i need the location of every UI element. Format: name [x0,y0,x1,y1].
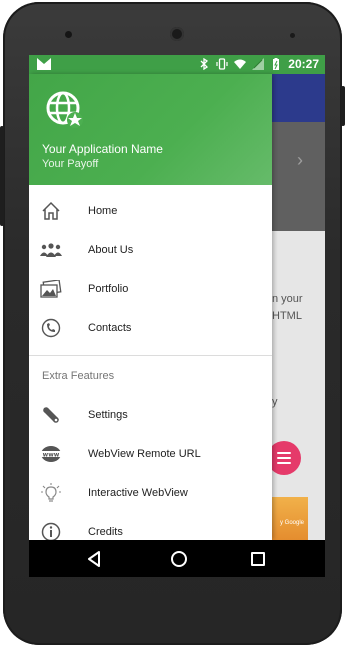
background-toolbar [272,74,325,122]
wrench-icon [40,404,62,426]
section-title: Extra Features [42,370,115,382]
drawer-item-label: About Us [88,244,134,256]
drawer-item-webview-remote-url[interactable]: www WebView Remote URL [29,435,272,473]
drawer-item-label: Portfolio [88,283,129,295]
phone-icon [40,317,62,339]
background-card [272,122,325,231]
image-stack-icon [40,278,62,300]
power-button [341,86,345,126]
app-payoff: Your Payoff [42,158,99,170]
background-text: HTML [272,310,302,322]
bluetooth-icon [200,58,209,70]
drawer-item-about-us[interactable]: About Us [29,231,272,269]
drawer-item-contacts[interactable]: Contacts [29,309,272,347]
ad-banner[interactable] [272,497,308,541]
app-notification-icon [37,58,51,70]
earpiece-speaker [170,27,184,41]
back-icon[interactable] [87,551,101,567]
globe-star-icon [46,91,83,128]
people-icon [40,239,62,261]
background-text: y [272,396,278,408]
front-camera [65,31,72,38]
wifi-icon [234,59,247,69]
lightbulb-icon [40,482,62,504]
drawer-item-label: WebView Remote URL [88,448,201,460]
drawer-header: Your Application Name Your Payoff [29,74,272,185]
drawer-item-label: Contacts [88,322,132,334]
info-icon [40,521,62,540]
svg-text:www: www [43,452,60,459]
menu-divider [29,355,272,356]
recent-apps-icon[interactable] [251,552,265,566]
vibrate-icon [216,58,228,70]
home-icon [40,200,62,222]
ad-text: y Google [280,520,305,526]
drawer-item-label: Home [88,205,118,217]
drawer-item-credits[interactable]: Credits [29,513,272,540]
drawer-item-home[interactable]: Home [29,192,272,230]
signal-icon [252,58,265,70]
drawer-item-interactive-webview[interactable]: Interactive WebView [29,474,272,512]
navigation-drawer: Your Application Name Your Payoff Home A… [29,74,272,540]
menu-fab-button[interactable] [267,441,301,475]
drawer-item-label: Credits [88,526,123,538]
www-icon: www [40,443,62,465]
proximity-sensor [290,33,295,38]
battery-icon [273,58,280,70]
drawer-item-portfolio[interactable]: Portfolio [29,270,272,308]
chevron-right-icon: › [297,150,303,170]
system-nav-bar [29,540,325,577]
clock: 20:27 [288,57,319,71]
background-text: n your [272,293,303,305]
status-bar: 20:27 [29,55,325,74]
home-button-icon[interactable] [171,551,187,567]
drawer-item-label: Settings [88,409,128,421]
device-screen: › n your HTML y y Google 20:27 Your Appl… [29,55,325,577]
drawer-item-label: Interactive WebView [88,487,188,499]
app-name: Your Application Name [42,142,163,156]
drawer-item-settings[interactable]: Settings [29,396,272,434]
volume-button [0,126,4,226]
